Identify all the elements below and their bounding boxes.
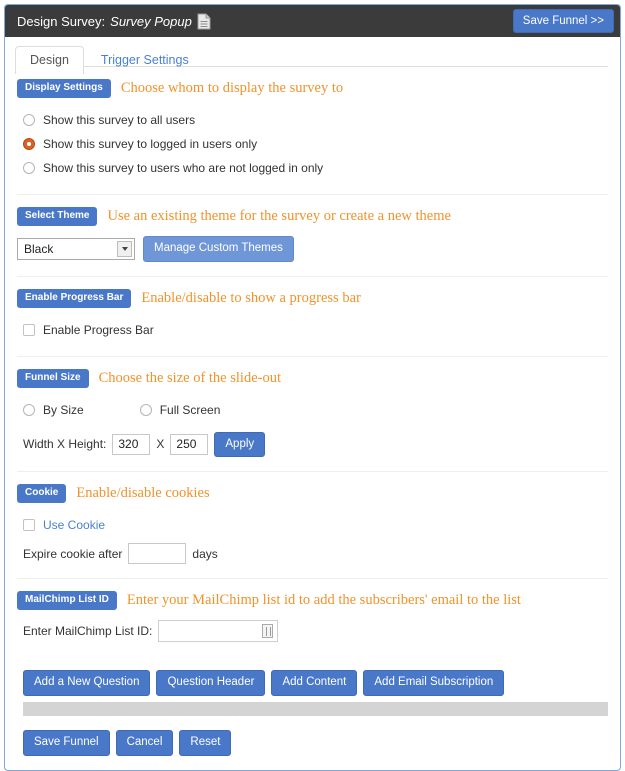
- radio-by-size-label: By Size: [43, 403, 84, 417]
- cookie-expire-suffix: days: [192, 547, 217, 561]
- footer-buttons-row: Save Funnel Cancel Reset: [17, 716, 608, 770]
- mailchimp-header: MailChimp List ID Enter your MailChimp l…: [17, 591, 608, 610]
- question-header-button[interactable]: Question Header: [156, 670, 265, 696]
- document-icon: [197, 13, 211, 30]
- radio-logged-in-users[interactable]: [23, 138, 35, 150]
- titlebar-left: Design Survey: Survey Popup: [17, 13, 211, 30]
- theme-select[interactable]: Black: [17, 238, 135, 260]
- select-theme-header: Select Theme Use an existing theme for t…: [17, 207, 608, 226]
- select-theme-pill: Select Theme: [17, 207, 97, 226]
- titlebar: Design Survey: Survey Popup Save Funnel …: [5, 5, 620, 37]
- radio-option-by-size[interactable]: By Size: [23, 398, 84, 422]
- question-list-placeholder: [23, 702, 608, 716]
- theme-select-value: Black: [18, 242, 53, 256]
- cookie-pill: Cookie: [17, 484, 66, 503]
- settings-content: Display Settings Choose whom to display …: [5, 67, 620, 770]
- funnel-size-options: By Size Full Screen: [17, 398, 608, 422]
- cookie-expire-row: Expire cookie after days: [17, 543, 608, 564]
- size-label: Width X Height:: [23, 437, 106, 451]
- section-mailchimp: MailChimp List ID Enter your MailChimp l…: [17, 579, 608, 656]
- cookie-header: Cookie Enable/disable cookies: [17, 484, 608, 503]
- add-email-subscription-button[interactable]: Add Email Subscription: [363, 670, 504, 696]
- funnel-size-header: Funnel Size Choose the size of the slide…: [17, 369, 608, 388]
- section-display-settings: Display Settings Choose whom to display …: [17, 67, 608, 195]
- radio-option-all-users[interactable]: Show this survey to all users: [17, 108, 608, 132]
- progress-bar-header: Enable Progress Bar Enable/disable to sh…: [17, 289, 608, 308]
- cookie-expire-prefix: Expire cookie after: [23, 547, 122, 561]
- form-fill-icon[interactable]: [262, 624, 273, 638]
- mailchimp-pill: MailChimp List ID: [17, 591, 117, 610]
- funnel-size-description: Choose the size of the slide-out: [99, 370, 281, 387]
- radio-full-screen-label: Full Screen: [160, 403, 221, 417]
- funnel-size-pill: Funnel Size: [17, 369, 89, 388]
- progress-bar-description: Enable/disable to show a progress bar: [141, 290, 360, 307]
- tabstrip: Design Trigger Settings: [15, 46, 620, 74]
- size-inputs-row: Width X Height: X Apply: [17, 432, 608, 458]
- radio-logged-in-users-label: Show this survey to logged in users only: [43, 137, 257, 151]
- size-separator: X: [156, 437, 164, 451]
- theme-controls-row: Black Manage Custom Themes: [17, 236, 608, 262]
- radio-not-logged-in-users-label: Show this survey to users who are not lo…: [43, 161, 323, 175]
- radio-not-logged-in-users[interactable]: [23, 162, 35, 174]
- save-funnel-top-button[interactable]: Save Funnel >>: [513, 9, 614, 33]
- checkbox-option-use-cookie[interactable]: Use Cookie: [17, 513, 608, 537]
- section-progress-bar: Enable Progress Bar Enable/disable to sh…: [17, 277, 608, 357]
- add-buttons-row: Add a New Question Question Header Add C…: [17, 656, 608, 696]
- cookie-description: Enable/disable cookies: [76, 485, 209, 502]
- mailchimp-input-label: Enter MailChimp List ID:: [23, 624, 152, 638]
- mailchimp-input-row: Enter MailChimp List ID:: [17, 620, 608, 642]
- display-settings-header: Display Settings Choose whom to display …: [17, 79, 608, 98]
- radio-all-users-label: Show this survey to all users: [43, 113, 195, 127]
- radio-all-users[interactable]: [23, 114, 35, 126]
- checkbox-use-cookie-label: Use Cookie: [43, 518, 105, 532]
- tab-design[interactable]: Design: [15, 46, 84, 74]
- apply-size-button[interactable]: Apply: [214, 432, 265, 458]
- chevron-down-icon[interactable]: [117, 241, 132, 257]
- display-settings-description: Choose whom to display the survey to: [121, 80, 343, 97]
- checkbox-enable-progress-bar[interactable]: [23, 324, 35, 336]
- progress-bar-pill: Enable Progress Bar: [17, 289, 131, 308]
- checkbox-option-progress-bar[interactable]: Enable Progress Bar: [17, 318, 608, 342]
- radio-by-size[interactable]: [23, 404, 35, 416]
- checkbox-use-cookie[interactable]: [23, 519, 35, 531]
- survey-name: Survey Popup: [110, 14, 192, 29]
- mailchimp-description: Enter your MailChimp list id to add the …: [127, 592, 521, 609]
- tab-trigger-settings[interactable]: Trigger Settings: [86, 46, 204, 74]
- section-funnel-size: Funnel Size Choose the size of the slide…: [17, 357, 608, 473]
- checkbox-enable-progress-bar-label: Enable Progress Bar: [43, 323, 154, 337]
- radio-option-logged-in[interactable]: Show this survey to logged in users only: [17, 132, 608, 156]
- manage-custom-themes-button[interactable]: Manage Custom Themes: [143, 236, 294, 262]
- radio-option-not-logged-in[interactable]: Show this survey to users who are not lo…: [17, 156, 608, 180]
- width-input[interactable]: [112, 434, 150, 455]
- section-cookie: Cookie Enable/disable cookies Use Cookie…: [17, 472, 608, 579]
- radio-full-screen[interactable]: [140, 404, 152, 416]
- tabbar: Design Trigger Settings: [5, 37, 620, 67]
- add-new-question-button[interactable]: Add a New Question: [23, 670, 150, 696]
- app-frame: Design Survey: Survey Popup Save Funnel …: [0, 0, 625, 752]
- display-settings-pill: Display Settings: [17, 79, 111, 98]
- design-survey-panel: Design Survey: Survey Popup Save Funnel …: [4, 4, 621, 771]
- cookie-expire-days-input[interactable]: [128, 543, 186, 564]
- page-title: Design Survey:: [17, 14, 105, 29]
- mailchimp-list-id-input[interactable]: [158, 620, 278, 642]
- add-content-button[interactable]: Add Content: [271, 670, 357, 696]
- section-select-theme: Select Theme Use an existing theme for t…: [17, 195, 608, 277]
- select-theme-description: Use an existing theme for the survey or …: [107, 208, 450, 225]
- radio-option-full-screen[interactable]: Full Screen: [140, 398, 221, 422]
- height-input[interactable]: [170, 434, 208, 455]
